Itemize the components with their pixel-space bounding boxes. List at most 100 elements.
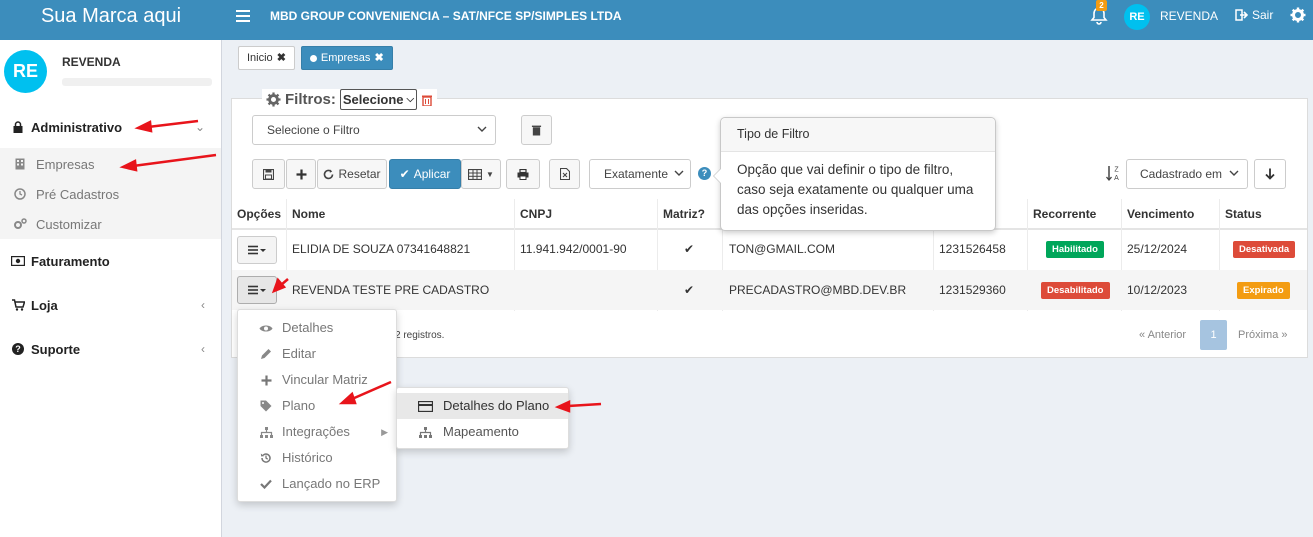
sidebar-item-pre-cadastros[interactable]: Pré Cadastros: [0, 179, 221, 209]
plano-submenu: Detalhes do Plano Mapeamento: [396, 387, 569, 449]
sitemap-icon: [258, 426, 274, 438]
check-icon: ✔: [399, 167, 410, 181]
check-icon: ✔: [684, 242, 695, 256]
filter-type-tooltip: Tipo de Filtro Opção que vai definir o t…: [713, 117, 996, 231]
cell-cnpj: 11.941.942/0001-90: [520, 242, 627, 256]
filter-select[interactable]: Selecione o Filtro: [252, 115, 496, 145]
column-header-status[interactable]: Status: [1225, 199, 1262, 229]
pagination-previous[interactable]: « Anterior: [1139, 320, 1186, 350]
svg-text:Z: Z: [1114, 167, 1119, 174]
export-excel-button[interactable]: [549, 159, 580, 189]
recorrente-badge: Desabilitado: [1041, 282, 1110, 299]
sidebar-item-suporte[interactable]: ? Suporte ‹: [0, 334, 221, 364]
column-header-matriz[interactable]: Matriz?: [663, 199, 705, 229]
clock-icon: [12, 188, 28, 200]
pagination-page[interactable]: 1: [1200, 320, 1227, 350]
question-circle-icon[interactable]: ?: [698, 167, 711, 180]
filter-select-value: Selecione o Filtro: [267, 123, 360, 137]
columns-button[interactable]: ▼: [461, 159, 501, 189]
menu-item-label: Vincular Matriz: [282, 372, 368, 387]
chevron-down-icon: [477, 126, 487, 132]
menu-item-label: Histórico: [282, 450, 333, 465]
cell-email: TON@GMAIL.COM: [729, 242, 835, 256]
cell-vencimento: 25/12/2024: [1127, 242, 1188, 256]
cart-icon: [10, 298, 26, 312]
tab-label: Empresas: [320, 52, 371, 64]
reset-button[interactable]: Resetar: [317, 159, 387, 189]
apply-label: Aplicar: [413, 167, 451, 181]
check-icon: ✔: [684, 283, 695, 297]
apply-button[interactable]: ✔ Aplicar: [389, 159, 461, 189]
sort-field-value: Cadastrado em: [1140, 167, 1223, 181]
records-count: 2 registros.: [395, 330, 445, 341]
menu-item-detalhes[interactable]: Detalhes: [238, 315, 398, 341]
clear-filter-button[interactable]: [521, 115, 552, 145]
chevron-down-icon: [1229, 170, 1239, 176]
sidebar-item-faturamento[interactable]: Faturamento: [0, 246, 221, 276]
saved-filter-value: Selecione: [342, 92, 404, 107]
gear-icon: [266, 92, 281, 107]
avatar[interactable]: RE: [1124, 4, 1150, 30]
chevron-down-icon: [674, 170, 684, 176]
close-icon[interactable]: ✖: [277, 47, 286, 69]
chevron-down-icon: ⌵: [406, 94, 415, 105]
match-type-select[interactable]: Exatamente: [589, 159, 691, 189]
pagination-next[interactable]: Próxima »: [1238, 320, 1288, 350]
menu-item-integracoes[interactable]: Integrações ▶: [238, 419, 398, 445]
sidebar-toggle-icon[interactable]: [236, 7, 250, 27]
close-icon[interactable]: ✖: [374, 47, 383, 69]
column-header-cnpj[interactable]: CNPJ: [520, 199, 552, 229]
sidebar-item-customizar[interactable]: Customizar: [0, 209, 221, 239]
sidebar-subitem-label: Pré Cadastros: [36, 186, 120, 202]
trash-icon[interactable]: [421, 94, 433, 106]
bars-caret-icon: [248, 285, 266, 295]
row-options-button[interactable]: [237, 276, 277, 304]
arrow-down-icon: [1265, 168, 1275, 180]
sidebar-item-empresas[interactable]: Empresas: [0, 149, 221, 179]
company-name: MBD GROUP CONVENIENCIA – SAT/NFCE SP/SIM…: [270, 9, 622, 23]
menu-item-label: Lançado no ERP: [282, 476, 381, 491]
sidebar-item-loja[interactable]: Loja ‹: [0, 290, 221, 320]
tag-icon: [258, 400, 274, 412]
table-icon: [468, 168, 483, 180]
active-dot-icon: [309, 54, 317, 62]
cell-codigo: 1231526458: [939, 242, 1006, 256]
menu-item-plano[interactable]: Plano: [238, 393, 398, 419]
building-icon: [12, 158, 28, 170]
tab-empresas[interactable]: Empresas ✖: [300, 46, 393, 70]
money-icon: [10, 254, 26, 268]
svg-text:A: A: [1114, 175, 1119, 182]
menu-item-historico[interactable]: Histórico: [238, 445, 398, 471]
caret-down-icon: ▼: [486, 169, 494, 179]
tab-inicio[interactable]: Inicio ✖: [238, 46, 295, 70]
logout-button[interactable]: Sair: [1235, 8, 1273, 22]
menu-item-lancado-erp[interactable]: Lançado no ERP: [238, 471, 398, 497]
sidebar-item-label: Suporte: [31, 341, 81, 357]
gear-icon[interactable]: [1290, 7, 1306, 23]
column-header-vencimento[interactable]: Vencimento: [1127, 199, 1194, 229]
column-header-nome[interactable]: Nome: [292, 199, 325, 229]
match-type-value: Exatamente: [604, 167, 669, 181]
add-button[interactable]: [286, 159, 316, 189]
sidebar-item-administrativo[interactable]: Administrativo ⌄: [0, 112, 221, 142]
bars-caret-icon: [248, 245, 266, 255]
cell-vencimento: 10/12/2023: [1127, 283, 1188, 297]
brand-logo[interactable]: Sua Marca aqui: [0, 0, 222, 40]
row-options-button[interactable]: [237, 236, 277, 264]
sort-alpha-icon[interactable]: ZA: [1105, 164, 1121, 182]
print-button[interactable]: [506, 159, 540, 189]
menu-item-vincular-matriz[interactable]: Vincular Matriz: [238, 367, 398, 393]
menu-item-editar[interactable]: Editar: [238, 341, 398, 367]
sort-field-select[interactable]: Cadastrado em: [1126, 159, 1248, 189]
sort-direction-button[interactable]: [1254, 159, 1286, 189]
logout-label: Sair: [1252, 8, 1274, 22]
menu-item-mapeamento[interactable]: Mapeamento: [397, 419, 568, 445]
user-name[interactable]: REVENDA: [1160, 9, 1218, 23]
tooltip-title: Tipo de Filtro: [721, 118, 995, 152]
saved-filter-select[interactable]: Selecione ⌵: [339, 89, 418, 110]
sitemap-icon: [417, 426, 433, 438]
save-button[interactable]: [252, 159, 285, 189]
menu-item-detalhes-plano[interactable]: Detalhes do Plano: [397, 393, 568, 419]
column-header-recorrente[interactable]: Recorrente: [1033, 199, 1096, 229]
history-icon: [258, 452, 274, 464]
